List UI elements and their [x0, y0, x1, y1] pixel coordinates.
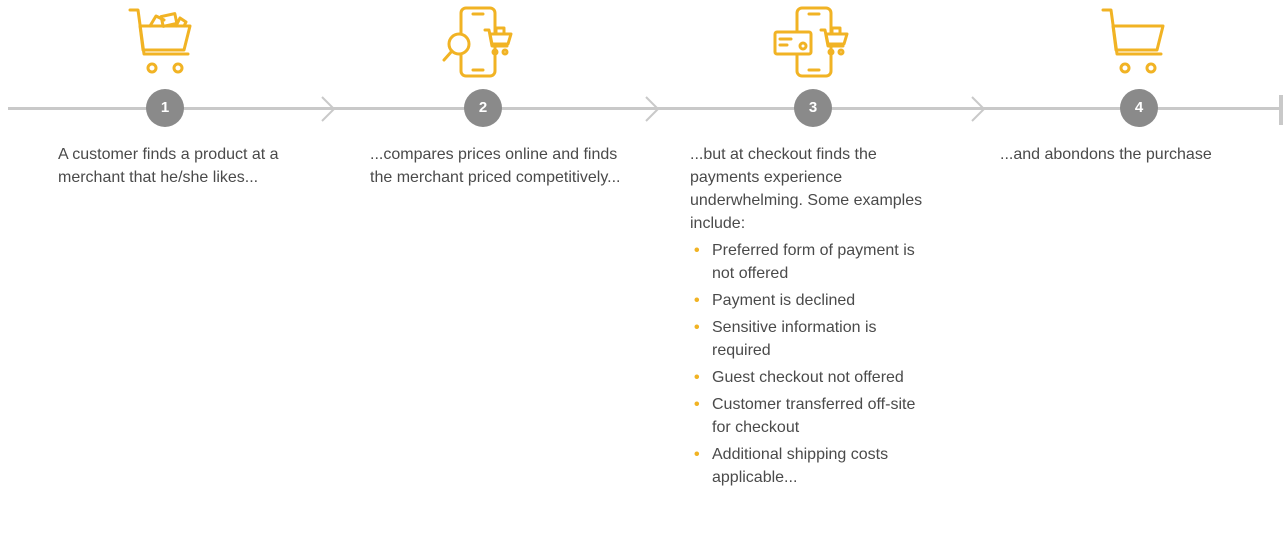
bullet-icon: • [694, 446, 700, 463]
step-2-badge: 2 [464, 89, 502, 127]
step-3-badge: 3 [794, 89, 832, 127]
phone-search-compare-icon [442, 6, 513, 78]
empty-shopping-cart-icon [1101, 8, 1165, 74]
shopping-cart-with-items-icon [128, 8, 192, 74]
chevron-right-icon [645, 96, 660, 122]
bullet-icon: • [694, 396, 700, 413]
step-1-text: A customer finds a product at a merchant… [58, 146, 279, 186]
bullet-icon: • [694, 242, 700, 259]
bullet-icon: • [694, 369, 700, 386]
step-3-description: ...but at checkout finds the payments ex… [690, 143, 930, 493]
phone-card-payment-icon [773, 6, 849, 78]
bullet-icon: • [694, 319, 700, 336]
step-4-description: ...and abondons the purchase [1000, 143, 1270, 166]
chevron-right-icon [321, 96, 336, 122]
chevron-right-icon [971, 96, 986, 122]
step-4-badge: 4 [1120, 89, 1158, 127]
checkout-abandonment-timeline: 1 A customer finds a product at a mercha… [0, 0, 1285, 535]
step-4-text: ...and abondons the purchase [1000, 146, 1212, 163]
step-1-badge: 1 [146, 89, 184, 127]
step-2-text: ...compares prices online and finds the … [370, 146, 621, 186]
bullet-icon: • [694, 292, 700, 309]
list-item: • Payment is declined [690, 289, 930, 312]
list-item: • Guest checkout not offered [690, 366, 930, 389]
step-3-text: ...but at checkout finds the payments ex… [690, 146, 923, 232]
step-1-description: A customer finds a product at a merchant… [58, 143, 303, 189]
timeline-end-cap [1279, 95, 1283, 125]
step-2-description: ...compares prices online and finds the … [370, 143, 625, 189]
list-item: • Sensitive information is required [690, 316, 930, 362]
list-item: • Preferred form of payment is not offere… [690, 239, 930, 285]
list-item: • Customer transferred off-site for check… [690, 393, 930, 439]
list-item: • Additional shipping costs applicable... [690, 443, 930, 489]
payment-issues-list: • Preferred form of payment is not offere… [690, 239, 930, 489]
